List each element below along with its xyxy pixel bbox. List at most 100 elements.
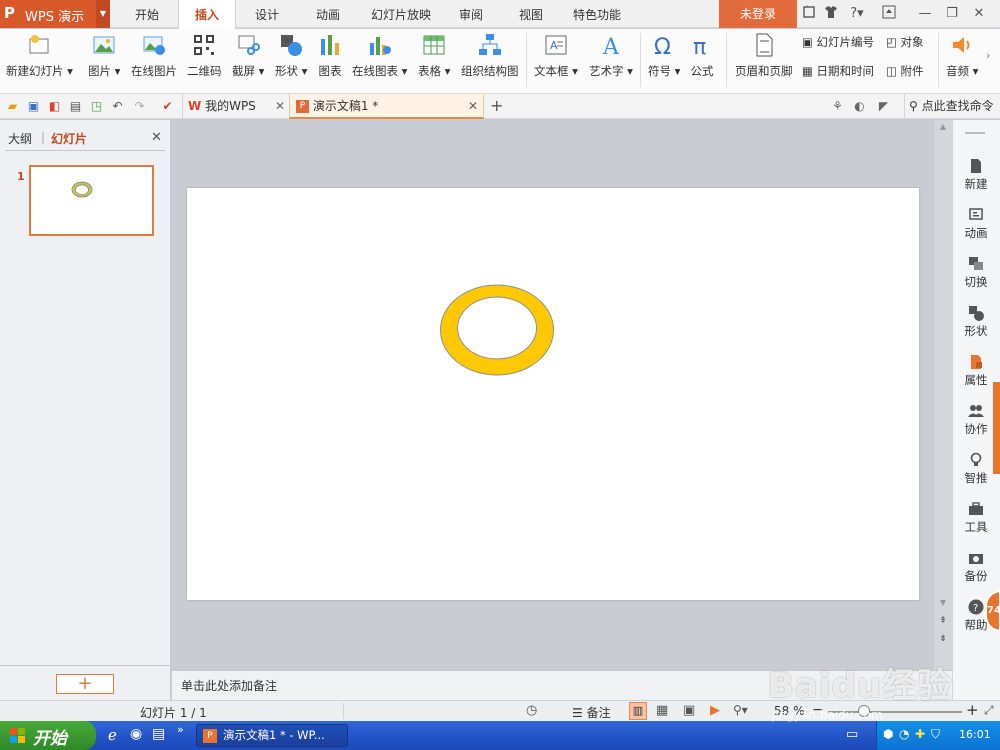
- online-chart-icon: [368, 33, 392, 57]
- undo-icon[interactable]: ↶: [110, 99, 125, 114]
- upload-icon[interactable]: [880, 5, 898, 23]
- quick-launch-more[interactable]: »: [177, 723, 184, 736]
- minimize-icon[interactable]: —: [916, 5, 934, 23]
- audio-button[interactable]: 音频 ▾: [946, 33, 978, 79]
- sidebar-item-animation[interactable]: 动画: [953, 207, 999, 241]
- new-slide-button[interactable]: 新建幻灯片 ▾: [6, 33, 73, 79]
- next-slide-icon[interactable]: ⇟: [936, 634, 950, 646]
- browser-icon[interactable]: ◉: [130, 726, 142, 742]
- tab-home[interactable]: 开始: [118, 0, 176, 28]
- online-chart-button[interactable]: 在线图表 ▾: [352, 33, 407, 79]
- sidebar-item-transition[interactable]: 切换: [953, 256, 999, 290]
- close-panel-icon[interactable]: ✕: [151, 130, 162, 145]
- qrcode-button[interactable]: 二维码: [187, 33, 222, 79]
- tab-mywps[interactable]: W 我的WPS ✕: [182, 94, 288, 119]
- tab-slides[interactable]: 幻灯片: [51, 130, 87, 147]
- close-icon[interactable]: ✕: [970, 5, 988, 23]
- tab-special[interactable]: 特色功能: [562, 0, 632, 28]
- app-menu-button[interactable]: P WPS 演示 ▼: [0, 0, 110, 28]
- ribbon-scroll-right-icon[interactable]: ›: [986, 49, 990, 62]
- scroll-down-icon[interactable]: ▼: [936, 598, 950, 610]
- wordart-button[interactable]: A 艺术字 ▾: [589, 33, 633, 79]
- header-footer-icon: [752, 33, 776, 57]
- omega-icon: Ω: [652, 33, 676, 60]
- previous-slide-icon[interactable]: ⇞: [936, 616, 950, 628]
- org-chart-button[interactable]: 组织结构图: [461, 33, 519, 79]
- tool-icon[interactable]: ⚘: [830, 99, 845, 114]
- tray-shield-icon[interactable]: ⛉: [931, 727, 940, 742]
- tab-animation[interactable]: 动画: [298, 0, 358, 28]
- donut-ring-shape[interactable]: [439, 284, 555, 376]
- restore-icon[interactable]: ❐: [943, 5, 961, 23]
- datetime-button[interactable]: ▦ 日期和时间: [802, 63, 874, 79]
- sidebar-collapse-handle[interactable]: [993, 382, 1000, 474]
- close-tab-icon[interactable]: ✕: [275, 94, 285, 118]
- history-icon[interactable]: ◷: [526, 703, 537, 718]
- fit-window-icon[interactable]: ⤢: [984, 703, 994, 718]
- open-folder-icon[interactable]: ▰: [5, 99, 20, 114]
- notes-toggle-button[interactable]: ☰ 备注: [572, 704, 611, 721]
- header-footer-button[interactable]: 页眉和页脚: [735, 33, 793, 79]
- reading-view-icon[interactable]: ▣: [683, 703, 695, 718]
- slide-thumbnail[interactable]: [29, 165, 154, 236]
- slide-canvas[interactable]: [187, 188, 919, 600]
- table-button[interactable]: 表格 ▾: [418, 33, 450, 79]
- tab-outline[interactable]: 大纲: [8, 130, 32, 147]
- attachment-button[interactable]: ◫ 附件: [886, 63, 924, 79]
- tray-volume-icon[interactable]: ◔: [899, 727, 909, 741]
- zoom-in-button[interactable]: +: [966, 701, 979, 719]
- vertical-scrollbar[interactable]: ▲ ▼ ⇞ ⇟: [934, 120, 952, 670]
- sidebar-item-tools[interactable]: 工具: [953, 501, 999, 535]
- share-icon[interactable]: ◤: [876, 99, 891, 114]
- tab-insert[interactable]: 插入: [178, 0, 236, 29]
- redo-icon[interactable]: ↷: [132, 99, 147, 114]
- tab-document[interactable]: P 演示文稿1 * ✕: [289, 94, 484, 119]
- add-slide-button[interactable]: +: [56, 674, 114, 694]
- online-picture-button[interactable]: 在线图片: [131, 33, 177, 79]
- slide-number-button[interactable]: ▣ 幻灯片编号: [802, 34, 874, 50]
- slide-sorter-icon[interactable]: ▦: [656, 703, 668, 718]
- textbox-button[interactable]: A 文本框 ▾: [534, 33, 578, 79]
- export-pdf-icon[interactable]: ◧: [47, 99, 62, 114]
- sidebar-item-backup[interactable]: 备份: [953, 550, 999, 584]
- start-button[interactable]: 开始: [0, 721, 96, 750]
- pin-view-icon[interactable]: ⚲▾: [733, 703, 748, 717]
- formula-button[interactable]: π 公式: [690, 33, 714, 79]
- keyboard-icon[interactable]: ▭: [846, 727, 858, 742]
- chart-button[interactable]: 图表: [318, 33, 342, 79]
- tab-slideshow[interactable]: 幻灯片放映: [362, 0, 440, 28]
- close-tab-icon[interactable]: ✕: [468, 94, 478, 118]
- shape-button[interactable]: 形状 ▾: [275, 33, 307, 79]
- pin-icon[interactable]: ✔: [160, 99, 175, 114]
- show-desktop-icon[interactable]: ▤: [152, 726, 165, 742]
- symbol-button[interactable]: Ω 符号 ▾: [648, 33, 680, 79]
- tray-plus-icon[interactable]: ✚: [915, 727, 925, 741]
- slideshow-icon[interactable]: ▶: [710, 703, 720, 718]
- svg-text:?: ?: [973, 603, 978, 614]
- ie-icon[interactable]: ℯ: [108, 726, 117, 744]
- tray-app-icon[interactable]: ⬢: [883, 727, 893, 741]
- app-dropdown-icon[interactable]: ▼: [96, 0, 110, 28]
- tab-review[interactable]: 审阅: [442, 0, 500, 28]
- save-icon[interactable]: ▣: [26, 99, 41, 114]
- sidebar-item-shape[interactable]: 形状: [953, 305, 999, 339]
- help-dropdown-icon[interactable]: ?▾: [846, 5, 868, 23]
- screenshot-button[interactable]: 截屏 ▾: [232, 33, 264, 79]
- sidebar-item-new[interactable]: 新建: [953, 158, 999, 192]
- normal-view-icon[interactable]: ▥: [629, 702, 647, 720]
- taskbar-window-button[interactable]: P 演示文稿1 * - WP...: [196, 724, 348, 747]
- tab-design[interactable]: 设计: [238, 0, 296, 28]
- command-search-input[interactable]: ⚲ 点此查找命令: [904, 94, 1000, 119]
- shirt-icon[interactable]: [822, 5, 840, 23]
- print-icon[interactable]: ▤: [68, 99, 83, 114]
- skin-icon[interactable]: [800, 5, 818, 23]
- login-button[interactable]: 未登录: [719, 0, 797, 28]
- scroll-up-icon[interactable]: ▲: [936, 122, 950, 134]
- object-button[interactable]: ◰ 对象: [886, 34, 924, 50]
- new-tab-button[interactable]: +: [490, 94, 506, 119]
- picture-button[interactable]: 图片 ▾: [88, 33, 120, 79]
- print-preview-icon[interactable]: ◳: [89, 99, 104, 114]
- search-icon: ⚲: [909, 99, 918, 113]
- tab-view[interactable]: 视图: [502, 0, 560, 28]
- d-icon[interactable]: ◐: [852, 99, 867, 114]
